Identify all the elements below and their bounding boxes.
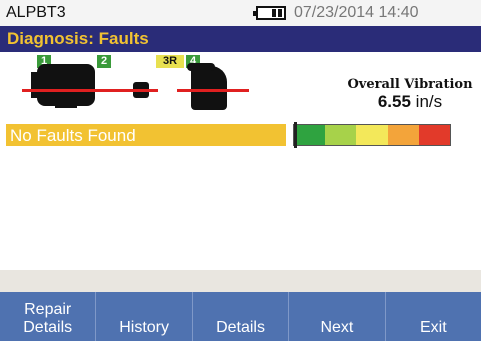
fault-result-row[interactable]: No Faults Found [6,124,286,146]
page-title: Diagnosis: Faults [7,29,149,48]
repair-details-button[interactable]: Repair Details [0,292,95,341]
severity-scale [293,122,451,148]
shaft-line [118,89,158,92]
message-strip [0,270,481,292]
motor-icon [31,64,95,108]
next-button[interactable]: Next [288,292,384,341]
softkey-bar: Repair Details History Details Next Exit [0,292,481,341]
softkey-label-line2: Details [23,319,73,336]
history-button[interactable]: History [95,292,191,341]
severity-segment-green [294,125,326,145]
bearing-tag-2: 2 [97,55,111,68]
bearing-tag-3r: 3R [156,55,184,68]
exit-button[interactable]: Exit [384,292,481,341]
softkey-label: Details [216,319,265,336]
status-bar: ALPBT3 07/23/2014 14:40 [0,0,481,26]
date-time: 07/23/2014 14:40 [294,4,419,21]
shaft-line [22,89,122,92]
fault-result-text: No Faults Found [10,126,136,145]
softkey-label-line1: Repair [24,301,72,318]
device-name: ALPBT3 [6,4,66,21]
battery-icon [253,6,286,20]
overall-vibration-panel: Overall Vibration 6.55 in/s [343,74,477,112]
overall-vibration-label: Overall Vibration [347,77,473,92]
severity-segment-orange [387,125,419,145]
overall-vibration-value: 6.55 in/s [343,92,477,112]
title-bar: Diagnosis: Faults [0,26,481,52]
details-button[interactable]: Details [191,292,288,341]
vibration-unit: in/s [415,92,443,111]
severity-segment-yellow [356,125,388,145]
severity-segment-red [418,125,451,145]
softkey-label: History [119,319,169,336]
pump-icon [187,63,227,110]
vibration-number: 6.55 [377,92,411,111]
severity-segment-light-green [325,125,357,145]
softkey-label: Exit [419,319,447,336]
softkey-label: Next [320,319,354,336]
tester-screen: ALPBT3 07/23/2014 14:40 Diagnosis: Fault… [0,0,481,341]
shaft-line [177,89,249,92]
machine-train-diagram: 1 2 3R 4 Overall Vibration 6.55 in/s [0,52,481,120]
severity-marker [294,122,297,148]
